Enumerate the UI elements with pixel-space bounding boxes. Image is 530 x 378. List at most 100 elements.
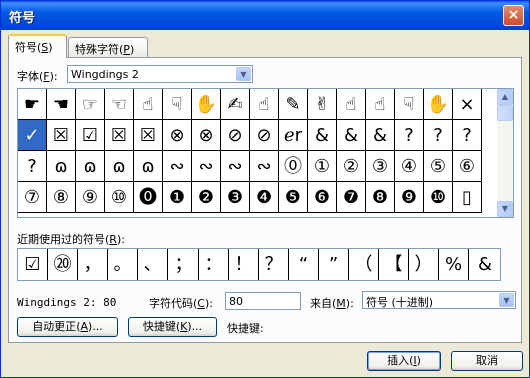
symbol-cell[interactable]: ☝ (250, 89, 279, 120)
symbol-cell[interactable]: ⊘ (221, 120, 250, 151)
recent-symbol-cell[interactable]: ） (409, 249, 439, 280)
symbol-cell[interactable]: ✓ (18, 120, 47, 151)
symbol-cell[interactable]: & (337, 120, 366, 151)
symbol-cell[interactable]: ⑨ (76, 182, 105, 213)
symbol-cell[interactable]: ✍ (221, 89, 250, 120)
scroll-down-icon[interactable]: ▼ (497, 201, 513, 217)
symbol-cell[interactable]: ☟ (395, 89, 424, 120)
recent-symbol-cell[interactable]: ！ (229, 249, 259, 280)
recent-symbol-cell[interactable]: ☑ (18, 249, 48, 280)
symbol-cell[interactable]: ɷ (134, 151, 163, 182)
symbol-cell[interactable]: ❶ (163, 182, 192, 213)
title-bar[interactable]: 符号 × (1, 1, 529, 30)
symbol-cell[interactable]: ❻ (308, 182, 337, 213)
symbol-cell[interactable]: ② (337, 151, 366, 182)
symbol-cell[interactable]: ɷ (47, 151, 76, 182)
recent-symbol-cell[interactable]: 。 (108, 249, 138, 280)
recent-symbols[interactable]: ☑ ⑳，。、；：！？ “” （【）% & (17, 248, 501, 281)
symbol-cell[interactable]: ☑ (76, 120, 105, 151)
symbol-grid-scrollbar[interactable]: ▲ ▼ (497, 89, 513, 217)
symbol-cell[interactable]: ? (453, 120, 482, 151)
symbol-cell[interactable]: ☜ (105, 89, 134, 120)
symbol-cell[interactable]: ④ (395, 151, 424, 182)
symbol-cell[interactable]: ℯr (279, 120, 308, 151)
recent-symbol-cell[interactable]: 【 (379, 249, 409, 280)
symbol-cell[interactable]: & (366, 120, 395, 151)
insert-button[interactable]: 插入(I) (367, 351, 441, 371)
recent-symbol-cell[interactable]: ： (199, 249, 229, 280)
symbol-cell[interactable]: ⊗ (163, 120, 192, 151)
symbol-cell[interactable]: ❹ (250, 182, 279, 213)
symbol-cell[interactable]: ① (308, 151, 337, 182)
autocorrect-button[interactable]: 自动更正(A)... (17, 317, 118, 337)
symbol-cell[interactable]: & (308, 120, 337, 151)
font-select[interactable]: Wingdings 2 ▼ (67, 65, 253, 83)
symbol-cell[interactable]: ⑧ (47, 182, 76, 213)
recent-symbol-cell[interactable]: ？ (259, 249, 289, 280)
symbol-cell[interactable]: ✋ (424, 89, 453, 120)
chevron-down-icon[interactable]: ▼ (499, 293, 514, 307)
symbol-cell[interactable]: ☒ (134, 120, 163, 151)
symbol-cell[interactable]: ✎ (279, 89, 308, 120)
symbol-cell[interactable]: ⊘ (250, 120, 279, 151)
symbol-cell[interactable]: ⓪ (279, 151, 308, 182)
chevron-down-icon[interactable]: ▼ (236, 67, 251, 81)
symbol-cell[interactable]: ❾ (395, 182, 424, 213)
symbol-cell[interactable]: × (453, 89, 482, 120)
symbol-cell[interactable]: ❺ (279, 182, 308, 213)
recent-symbol-cell[interactable]: % (439, 249, 469, 280)
cancel-button[interactable]: 取消 (451, 351, 523, 371)
symbol-cell[interactable]: ☟ (163, 89, 192, 120)
symbol-cell[interactable]: ☝ (366, 89, 395, 120)
symbol-cell[interactable]: ☚ (47, 89, 76, 120)
symbol-cell[interactable]: ❽ (366, 182, 395, 213)
symbol-cell[interactable]: ∾ (221, 151, 250, 182)
from-select[interactable]: 符号 (十进制) ▼ (362, 291, 516, 309)
symbol-cell[interactable]: ▯ (453, 182, 482, 213)
recent-symbol-cell[interactable]: ； (169, 249, 199, 280)
symbol-cell[interactable]: ? (18, 151, 47, 182)
recent-symbol-cell[interactable]: （ (349, 249, 379, 280)
recent-symbol-cell[interactable]: ， (78, 249, 108, 280)
symbol-cell[interactable]: ☒ (47, 120, 76, 151)
symbol-cell[interactable]: ☝ (134, 89, 163, 120)
scroll-thumb[interactable] (497, 105, 513, 121)
symbol-cell[interactable]: ∾ (163, 151, 192, 182)
recent-symbol-cell[interactable]: “ (289, 249, 319, 280)
close-button[interactable]: × (503, 5, 524, 26)
shortcut-key-button[interactable]: 快捷键(K)... (128, 317, 217, 337)
symbol-cell[interactable]: ☛ (18, 89, 47, 120)
symbol-cell[interactable]: ɷ (76, 151, 105, 182)
symbol-cell[interactable]: ⑥ (453, 151, 482, 182)
tab-special-characters[interactable]: 特殊字符(P) (68, 37, 148, 57)
symbol-cell[interactable]: ? (395, 120, 424, 151)
symbol-cell[interactable]: ? (424, 120, 453, 151)
symbol-cell[interactable]: ɷ (105, 151, 134, 182)
symbol-grid[interactable]: ☛ ☚ ☞ ☜ ☝ ☟ ✋ ✍ ☝ ✎ ✌ ☝ ☝ ☟ ✋ × ✓ ☒ ☑ ☒ ☒ ⊗ ⊗ ⊘ ⊘ ℯr & & &???? ɷ ɷ ɷ ɷ ∾ ∾… (17, 88, 514, 218)
symbol-cell[interactable]: ☒ (105, 120, 134, 151)
symbol-cell[interactable]: ☝ (337, 89, 366, 120)
symbol-cell[interactable]: ☞ (76, 89, 105, 120)
symbol-cell[interactable]: ⊗ (192, 120, 221, 151)
symbol-cell[interactable]: ✌ (308, 89, 337, 120)
symbol-cell[interactable]: ❷ (192, 182, 221, 213)
symbol-cell[interactable]: ⑦ (18, 182, 47, 213)
recent-symbol-cell[interactable]: ⑳ (48, 249, 78, 280)
symbol-cell[interactable]: ∾ (192, 151, 221, 182)
recent-symbol-cell[interactable]: 、 (138, 249, 168, 280)
symbol-cell[interactable]: ⓿ (134, 182, 163, 213)
symbol-cell[interactable]: ❼ (337, 182, 366, 213)
recent-symbol-cell[interactable]: ” (319, 249, 349, 280)
symbol-cell[interactable]: ③ (366, 151, 395, 182)
scroll-up-icon[interactable]: ▲ (497, 89, 513, 105)
symbol-cell[interactable]: ⑩ (105, 182, 134, 213)
symbol-cell[interactable]: ∾ (250, 151, 279, 182)
window-title: 符号 (9, 11, 36, 26)
char-code-input[interactable]: 80 (225, 292, 301, 310)
symbol-cell[interactable]: ❿ (424, 182, 453, 213)
tab-symbols[interactable]: 符号(S) (8, 34, 67, 58)
symbol-cell[interactable]: ✋ (192, 89, 221, 120)
recent-symbol-cell[interactable]: & (470, 249, 500, 280)
symbol-cell[interactable]: ⑤ (424, 151, 453, 182)
symbol-cell[interactable]: ❸ (221, 182, 250, 213)
